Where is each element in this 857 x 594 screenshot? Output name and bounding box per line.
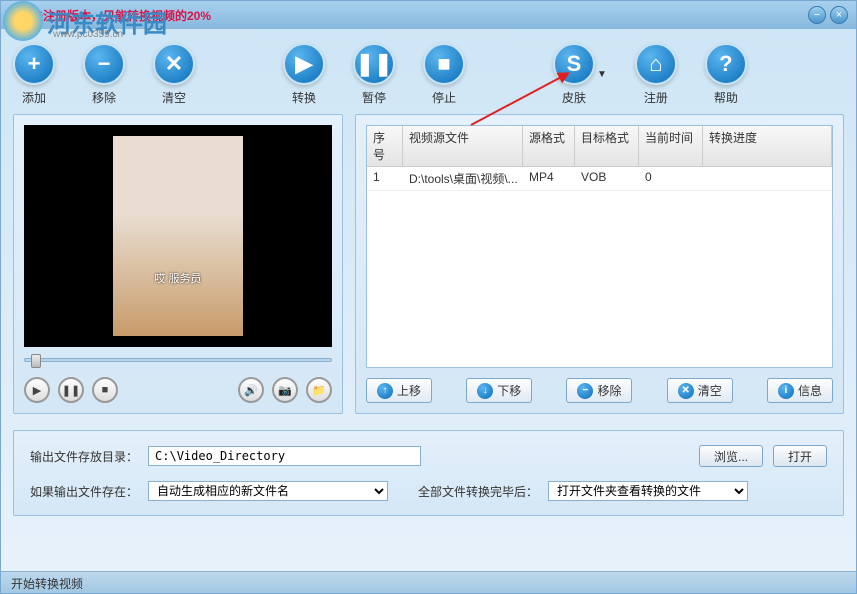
minus-icon: − <box>577 383 593 399</box>
col-index[interactable]: 序号 <box>367 126 403 166</box>
toolbar: + 添加 − 移除 ✕ 清空 ▶ 转换 ❚❚ 暂停 ■ 停止 S 皮肤 <box>1 29 856 114</box>
add-button[interactable]: + 添加 <box>13 43 55 106</box>
output-dir-input[interactable] <box>148 446 420 466</box>
remove-button[interactable]: − 移除 <box>83 43 125 106</box>
video-preview: 哎 服务员 <box>24 125 332 347</box>
app-window: 河东软件园 www.pc0359.cn 未注册版本，只能转换视频的20% − ×… <box>0 0 857 594</box>
file-list-panel: 序号 视频源文件 源格式 目标格式 当前时间 转换进度 1 D:\tools\桌… <box>355 114 844 414</box>
col-dstfmt[interactable]: 目标格式 <box>575 126 639 166</box>
x-icon: ✕ <box>678 383 694 399</box>
col-time[interactable]: 当前时间 <box>639 126 703 166</box>
status-text: 开始转换视频 <box>11 577 83 591</box>
pause-button[interactable]: ❚❚ 暂停 <box>353 43 395 106</box>
playback-slider[interactable] <box>24 349 332 371</box>
arrow-down-icon: ↓ <box>477 383 493 399</box>
volume-button[interactable]: 🔊 <box>238 377 264 403</box>
convert-button[interactable]: ▶ 转换 <box>283 43 325 106</box>
close-button[interactable]: × <box>830 6 848 24</box>
preview-controls: ▶ ❚❚ ■ 🔊 📷 📁 <box>24 377 332 403</box>
stop-button[interactable]: ■ 停止 <box>423 43 465 106</box>
list-clear-button[interactable]: ✕清空 <box>667 378 733 403</box>
arrow-up-icon: ↑ <box>377 383 393 399</box>
preview-panel: 哎 服务员 ▶ ❚❚ ■ 🔊 📷 📁 <box>13 114 343 414</box>
output-settings-panel: 输出文件存放目录： 浏览... 打开 如果输出文件存在： 自动生成相应的新文件名… <box>13 430 844 516</box>
home-icon: ⌂ <box>635 43 677 85</box>
status-bar: 开始转换视频 <box>1 571 856 593</box>
preview-caption: 哎 服务员 <box>154 270 201 286</box>
register-button[interactable]: ⌂ 注册 <box>635 43 677 106</box>
app-icon <box>9 7 25 23</box>
info-icon: i <box>778 383 794 399</box>
minus-icon: − <box>83 43 125 85</box>
browse-button[interactable]: 浏览... <box>699 445 763 467</box>
minimize-button[interactable]: − <box>808 6 826 24</box>
skin-dropdown-arrow[interactable]: ▼ <box>597 69 607 80</box>
play-icon: ▶ <box>283 43 325 85</box>
col-progress[interactable]: 转换进度 <box>703 126 832 166</box>
pause-icon: ❚❚ <box>353 43 395 85</box>
file-exists-label: 如果输出文件存在： <box>30 483 138 500</box>
list-action-buttons: ↑上移 ↓下移 −移除 ✕清空 i信息 <box>366 378 833 403</box>
preview-stop-button[interactable]: ■ <box>92 377 118 403</box>
table-header: 序号 视频源文件 源格式 目标格式 当前时间 转换进度 <box>367 126 832 167</box>
title-text: 未注册版本，只能转换视频的20% <box>31 7 808 24</box>
open-folder-button[interactable]: 📁 <box>306 377 332 403</box>
question-icon: ? <box>705 43 747 85</box>
clear-button[interactable]: ✕ 清空 <box>153 43 195 106</box>
file-table[interactable]: 序号 视频源文件 源格式 目标格式 当前时间 转换进度 1 D:\tools\桌… <box>366 125 833 368</box>
output-dir-label: 输出文件存放目录： <box>30 448 138 465</box>
after-convert-label: 全部文件转换完毕后： <box>418 483 538 500</box>
info-button[interactable]: i信息 <box>767 378 833 403</box>
slider-thumb[interactable] <box>31 354 41 368</box>
mid-section: 哎 服务员 ▶ ❚❚ ■ 🔊 📷 📁 序号 视频源文件 源格 <box>1 114 856 414</box>
help-button[interactable]: ? 帮助 <box>705 43 747 106</box>
list-remove-button[interactable]: −移除 <box>566 378 632 403</box>
moveup-button[interactable]: ↑上移 <box>366 378 432 403</box>
movedown-button[interactable]: ↓下移 <box>466 378 532 403</box>
plus-icon: + <box>13 43 55 85</box>
preview-thumbnail: 哎 服务员 <box>113 136 243 336</box>
x-icon: ✕ <box>153 43 195 85</box>
preview-pause-button[interactable]: ❚❚ <box>58 377 84 403</box>
table-row[interactable]: 1 D:\tools\桌面\视频\... MP4 VOB 0 <box>367 167 832 191</box>
titlebar: 未注册版本，只能转换视频的20% − × <box>1 1 856 29</box>
file-exists-select[interactable]: 自动生成相应的新文件名 <box>148 481 388 501</box>
open-button[interactable]: 打开 <box>773 445 827 467</box>
col-source[interactable]: 视频源文件 <box>403 126 523 166</box>
stop-icon: ■ <box>423 43 465 85</box>
snapshot-button[interactable]: 📷 <box>272 377 298 403</box>
preview-play-button[interactable]: ▶ <box>24 377 50 403</box>
col-srcfmt[interactable]: 源格式 <box>523 126 575 166</box>
after-convert-select[interactable]: 打开文件夹查看转换的文件 <box>548 481 748 501</box>
